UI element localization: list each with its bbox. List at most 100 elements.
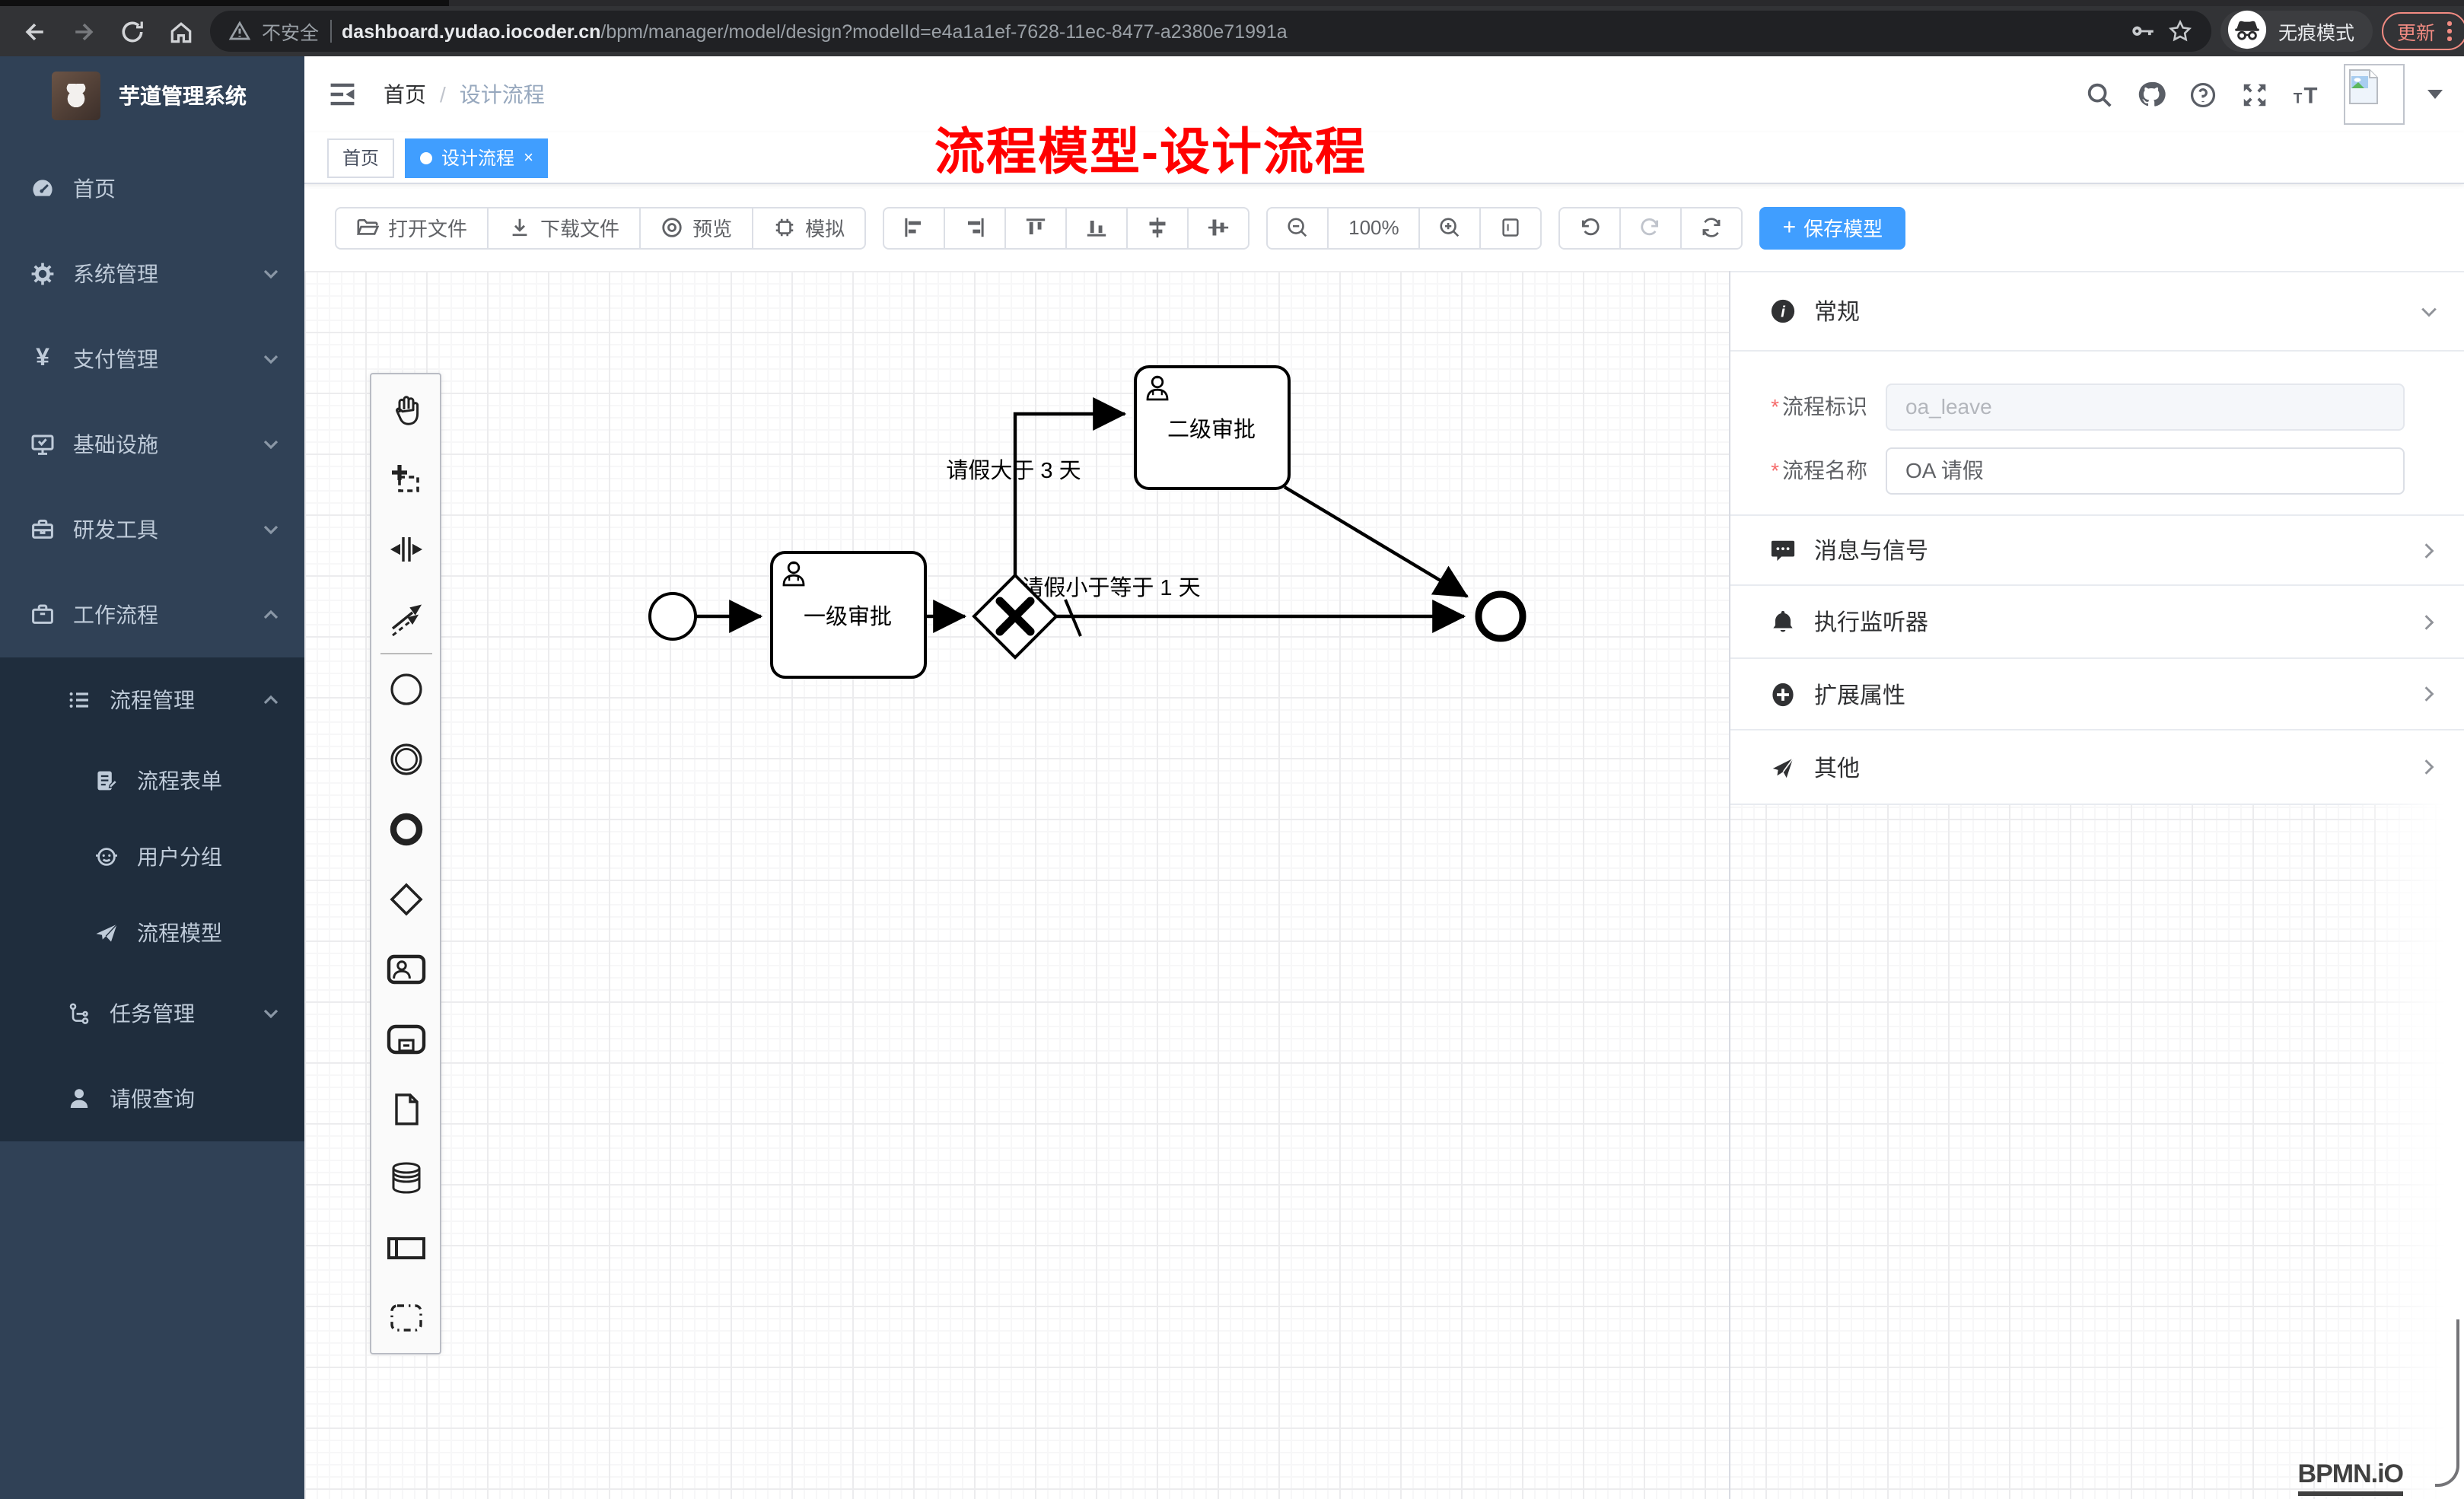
tab-design-process[interactable]: 设计流程 × (405, 138, 549, 177)
reset-view-button[interactable] (1480, 206, 1542, 249)
end-event[interactable] (1479, 594, 1523, 638)
zoom-in-button[interactable] (1419, 206, 1482, 249)
chevron-right-icon[interactable] (2418, 611, 2440, 632)
browser-chrome: 不安全 dashboard.yudao.iocoder.cn/bpm/manag… (0, 0, 2464, 56)
user-task-entry[interactable] (371, 934, 440, 1004)
sidebar-item-system[interactable]: 系统管理 (0, 231, 304, 317)
download-file-button[interactable]: 下载文件 (487, 206, 641, 249)
align-left-button[interactable] (883, 206, 945, 249)
dashboard-icon (30, 177, 55, 201)
sidebar-item-process-model[interactable]: 流程模型 (0, 895, 304, 971)
back-icon[interactable] (15, 11, 55, 51)
start-event[interactable] (650, 594, 696, 639)
bpmn-io-watermark[interactable]: BPMN.iO (2298, 1459, 2403, 1496)
app-logo-row[interactable]: 芋道管理系统 (0, 56, 304, 135)
section-ext-header[interactable]: 扩展属性 (1730, 659, 2464, 729)
data-object-entry[interactable] (371, 1074, 440, 1144)
user-task-level2[interactable]: 二级审批 (1135, 367, 1289, 489)
align-top-button[interactable] (1004, 206, 1067, 249)
group-entry[interactable] (371, 1283, 440, 1353)
update-button[interactable]: 更新 (2382, 12, 2464, 50)
refresh-button[interactable] (1681, 206, 1743, 249)
hand-tool[interactable] (371, 374, 440, 444)
avatar-caret-icon[interactable] (2427, 90, 2443, 107)
section-other-header[interactable]: 其他 (1730, 730, 2464, 804)
flow-task2-to-end[interactable] (1285, 487, 1467, 597)
process-name-input[interactable] (1886, 447, 2405, 494)
chevron-right-icon[interactable] (2418, 756, 2440, 778)
sidebar-item-payment[interactable]: ¥ 支付管理 (0, 317, 304, 402)
sidebar-toggle-icon[interactable] (326, 78, 359, 111)
gateway-entry[interactable] (371, 864, 440, 934)
font-size-icon[interactable]: TT (2292, 80, 2321, 109)
sidebar-item-leave-query[interactable]: 请假查询 (0, 1056, 304, 1141)
flow-gateway-to-task2[interactable] (1015, 414, 1125, 575)
sidebar-item-user-group[interactable]: 用户分组 (0, 819, 304, 895)
chevron-right-icon[interactable] (2418, 539, 2440, 561)
start-event-entry[interactable] (371, 655, 440, 725)
chip-icon (773, 216, 796, 239)
align-bottom-button[interactable] (1065, 206, 1128, 249)
lasso-tool[interactable] (371, 444, 440, 514)
section-label: 消息与信号 (1814, 534, 2400, 566)
flow-condition-label[interactable]: 请假小于等于 1 天 (1021, 575, 1200, 600)
preview-button[interactable]: 预览 (639, 206, 753, 249)
sidebar-item-infra[interactable]: 基础设施 (0, 402, 304, 487)
intermediate-event-entry[interactable] (371, 725, 440, 795)
sidebar-item-task-mgmt[interactable]: 任务管理 (0, 971, 304, 1056)
chevron-right-icon[interactable] (2418, 683, 2440, 705)
sidebar-item-process-mgmt[interactable]: 流程管理 (0, 657, 304, 743)
sidebar-item-workflow[interactable]: 工作流程 (0, 572, 304, 657)
search-icon[interactable] (2085, 80, 2114, 109)
participant-entry[interactable] (371, 1214, 440, 1284)
open-file-button[interactable]: 打开文件 (335, 206, 489, 249)
zoom-out-button[interactable] (1266, 206, 1329, 249)
sidebar-item-process-form[interactable]: 流程表单 (0, 743, 304, 819)
sidebar-item-label: 流程管理 (110, 685, 244, 715)
align-vertical-center-button[interactable] (1126, 206, 1189, 249)
sidebar: 芋道管理系统 首页 系统管理 ¥ 支付管理 (0, 56, 304, 1499)
subprocess-entry[interactable] (371, 1004, 440, 1074)
undo-button[interactable] (1559, 206, 1622, 249)
end-event-entry[interactable] (371, 794, 440, 864)
browser-menu-icon[interactable] (2447, 22, 2451, 41)
bpmn-canvas[interactable]: 请假大于 3 天 请假小于等于 1 天 一级审批 (304, 271, 2464, 1499)
align-right-button[interactable] (944, 206, 1006, 249)
section-listener-header[interactable]: 执行监听器 (1730, 586, 2464, 657)
zoom-level-display: 100% (1327, 206, 1421, 249)
avatar[interactable] (2344, 64, 2405, 125)
space-tool[interactable] (371, 514, 440, 584)
redo-button[interactable] (1620, 206, 1682, 249)
zoom-button-group: 100% (1266, 206, 1542, 249)
update-label: 更新 (2397, 17, 2435, 46)
reload-icon[interactable] (113, 11, 152, 51)
tab-home[interactable]: 首页 (327, 138, 394, 177)
sidebar-item-label: 系统管理 (73, 259, 244, 289)
breadcrumb-home[interactable]: 首页 (384, 79, 426, 110)
chevron-down-icon[interactable] (2418, 301, 2440, 322)
align-horizontal-center-button[interactable] (1187, 206, 1250, 249)
user-task-level1[interactable]: 一级审批 (772, 552, 925, 677)
sidebar-item-devtools[interactable]: 研发工具 (0, 487, 304, 572)
bookmark-star-icon[interactable] (2167, 18, 2193, 44)
history-button-group (1559, 206, 1743, 249)
simulate-button[interactable]: 模拟 (752, 206, 866, 249)
download-icon (508, 216, 531, 239)
sidebar-item-home[interactable]: 首页 (0, 146, 304, 231)
help-icon[interactable] (2189, 80, 2217, 109)
password-key-icon[interactable] (2131, 18, 2157, 44)
fullscreen-icon[interactable] (2240, 80, 2269, 109)
global-connect-tool[interactable] (371, 584, 440, 654)
close-tab-icon[interactable]: × (524, 148, 533, 167)
section-message-header[interactable]: 消息与信号 (1730, 516, 2464, 584)
url-bar[interactable]: 不安全 dashboard.yudao.iocoder.cn/bpm/manag… (210, 11, 2211, 52)
home-icon[interactable] (161, 11, 201, 51)
github-icon[interactable] (2137, 80, 2166, 109)
save-model-button[interactable]: + 保存模型 (1760, 206, 1906, 249)
flow-condition-label[interactable]: 请假大于 3 天 (946, 458, 1081, 483)
data-store-entry[interactable] (371, 1144, 440, 1214)
section-general-header[interactable]: i 常规 (1730, 272, 2464, 350)
section-execution-listener: 执行监听器 (1730, 586, 2464, 659)
yen-icon: ¥ (30, 347, 55, 371)
forward-icon[interactable] (64, 11, 103, 51)
